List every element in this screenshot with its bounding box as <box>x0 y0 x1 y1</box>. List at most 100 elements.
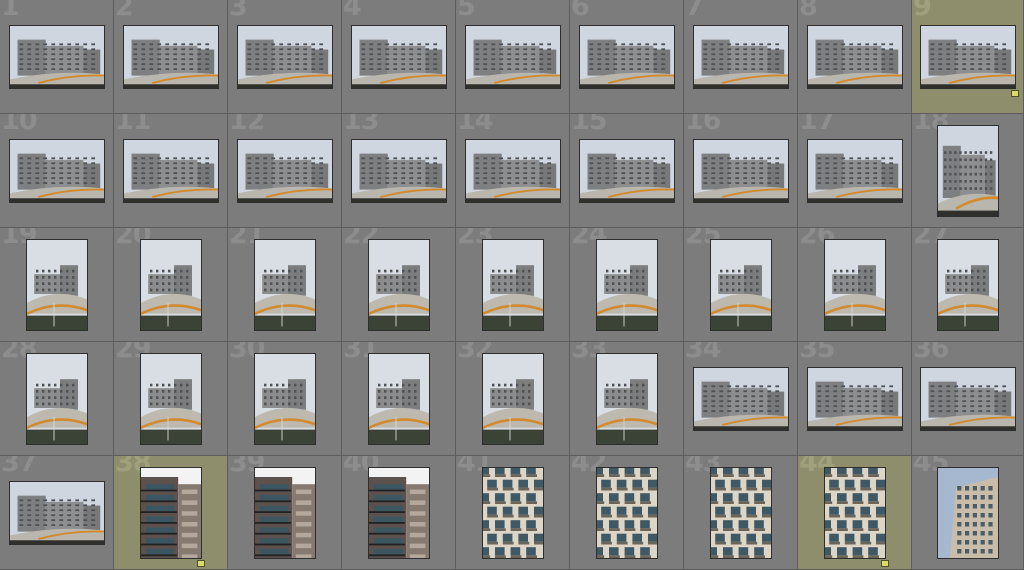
photo-thumbnail[interactable] <box>937 125 999 217</box>
thumbnail-cell[interactable]: 31 <box>342 342 456 456</box>
thumbnail-index: 4 <box>343 0 362 22</box>
thumbnail-cell[interactable]: 7 <box>684 0 798 114</box>
photo-thumbnail[interactable] <box>693 25 789 89</box>
thumbnail-cell[interactable]: 27 <box>912 228 1024 342</box>
photo-thumbnail[interactable] <box>237 139 333 203</box>
thumbnail-cell[interactable]: 24 <box>570 228 684 342</box>
thumbnail-cell[interactable]: 10 <box>0 114 114 228</box>
photo-thumbnail[interactable] <box>579 139 675 203</box>
flag-badge-icon <box>197 560 205 567</box>
thumbnail-index: 3 <box>229 0 248 22</box>
thumbnail-cell[interactable]: 15 <box>570 114 684 228</box>
photo-thumbnail[interactable] <box>693 367 789 431</box>
thumbnail-cell[interactable]: 13 <box>342 114 456 228</box>
thumbnail-cell[interactable]: 25 <box>684 228 798 342</box>
photo-thumbnail[interactable] <box>9 481 105 545</box>
thumbnail-cell[interactable]: 36 <box>912 342 1024 456</box>
thumbnail-cell[interactable]: 42 <box>570 456 684 570</box>
photo-thumbnail[interactable] <box>140 353 202 445</box>
thumbnail-index: 10 <box>1 114 38 136</box>
thumbnail-cell[interactable]: 35 <box>798 342 912 456</box>
thumbnail-cell[interactable]: 6 <box>570 0 684 114</box>
thumbnail-cell[interactable]: 12 <box>228 114 342 228</box>
photo-thumbnail[interactable] <box>596 467 658 559</box>
thumbnail-cell[interactable]: 4 <box>342 0 456 114</box>
thumbnail-cell[interactable]: 22 <box>342 228 456 342</box>
thumbnail-cell[interactable]: 44 <box>798 456 912 570</box>
thumbnail-cell[interactable]: 26 <box>798 228 912 342</box>
photo-thumbnail[interactable] <box>254 353 316 445</box>
thumbnail-cell[interactable]: 18 <box>912 114 1024 228</box>
photo-thumbnail[interactable] <box>920 25 1016 89</box>
thumbnail-cell[interactable]: 9 <box>912 0 1024 114</box>
thumbnail-index: 6 <box>571 0 590 22</box>
thumbnail-cell[interactable]: 45 <box>912 456 1024 570</box>
thumbnail-cell[interactable]: 39 <box>228 456 342 570</box>
photo-thumbnail[interactable] <box>368 239 430 331</box>
thumbnail-cell[interactable]: 28 <box>0 342 114 456</box>
thumbnail-cell[interactable]: 2 <box>114 0 228 114</box>
thumbnail-cell[interactable]: 30 <box>228 342 342 456</box>
thumbnail-index: 9 <box>913 0 932 22</box>
thumbnail-cell[interactable]: 1 <box>0 0 114 114</box>
photo-thumbnail[interactable] <box>482 239 544 331</box>
thumbnail-index: 1 <box>1 0 20 22</box>
photo-thumbnail[interactable] <box>123 25 219 89</box>
photo-thumbnail[interactable] <box>596 353 658 445</box>
photo-thumbnail[interactable] <box>920 367 1016 431</box>
photo-thumbnail[interactable] <box>710 467 772 559</box>
thumbnail-cell[interactable]: 33 <box>570 342 684 456</box>
photo-thumbnail[interactable] <box>351 139 447 203</box>
photo-thumbnail[interactable] <box>123 139 219 203</box>
thumbnail-cell[interactable]: 37 <box>0 456 114 570</box>
photo-thumbnail[interactable] <box>693 139 789 203</box>
photo-thumbnail[interactable] <box>824 239 886 331</box>
thumbnail-cell[interactable]: 23 <box>456 228 570 342</box>
thumbnail-cell[interactable]: 16 <box>684 114 798 228</box>
thumbnail-cell[interactable]: 5 <box>456 0 570 114</box>
thumbnail-cell[interactable]: 11 <box>114 114 228 228</box>
photo-thumbnail[interactable] <box>237 25 333 89</box>
thumbnail-cell[interactable]: 3 <box>228 0 342 114</box>
thumbnail-index: 16 <box>685 114 722 136</box>
photo-thumbnail[interactable] <box>465 139 561 203</box>
thumbnail-cell[interactable]: 43 <box>684 456 798 570</box>
photo-thumbnail[interactable] <box>579 25 675 89</box>
thumbnail-cell[interactable]: 40 <box>342 456 456 570</box>
photo-thumbnail[interactable] <box>9 25 105 89</box>
photo-thumbnail[interactable] <box>482 353 544 445</box>
photo-thumbnail[interactable] <box>807 367 903 431</box>
photo-thumbnail[interactable] <box>26 239 88 331</box>
photo-thumbnail[interactable] <box>26 353 88 445</box>
photo-thumbnail[interactable] <box>710 239 772 331</box>
thumbnail-cell[interactable]: 19 <box>0 228 114 342</box>
photo-thumbnail[interactable] <box>596 239 658 331</box>
thumbnail-index: 5 <box>457 0 476 22</box>
thumbnail-cell[interactable]: 32 <box>456 342 570 456</box>
photo-thumbnail[interactable] <box>368 467 430 559</box>
flag-badge-icon <box>881 560 889 567</box>
photo-thumbnail[interactable] <box>351 25 447 89</box>
photo-thumbnail[interactable] <box>368 353 430 445</box>
thumbnail-cell[interactable]: 38 <box>114 456 228 570</box>
thumbnail-cell[interactable]: 8 <box>798 0 912 114</box>
photo-thumbnail[interactable] <box>824 467 886 559</box>
thumbnail-cell[interactable]: 14 <box>456 114 570 228</box>
photo-thumbnail[interactable] <box>140 239 202 331</box>
thumbnail-cell[interactable]: 20 <box>114 228 228 342</box>
thumbnail-cell[interactable]: 41 <box>456 456 570 570</box>
photo-thumbnail[interactable] <box>9 139 105 203</box>
photo-thumbnail[interactable] <box>254 467 316 559</box>
thumbnail-cell[interactable]: 29 <box>114 342 228 456</box>
photo-thumbnail[interactable] <box>482 467 544 559</box>
photo-thumbnail[interactable] <box>937 467 999 559</box>
photo-thumbnail[interactable] <box>140 467 202 559</box>
photo-thumbnail[interactable] <box>807 25 903 89</box>
photo-thumbnail[interactable] <box>937 239 999 331</box>
thumbnail-cell[interactable]: 34 <box>684 342 798 456</box>
thumbnail-cell[interactable]: 21 <box>228 228 342 342</box>
photo-thumbnail[interactable] <box>465 25 561 89</box>
photo-thumbnail[interactable] <box>254 239 316 331</box>
thumbnail-cell[interactable]: 17 <box>798 114 912 228</box>
photo-thumbnail[interactable] <box>807 139 903 203</box>
